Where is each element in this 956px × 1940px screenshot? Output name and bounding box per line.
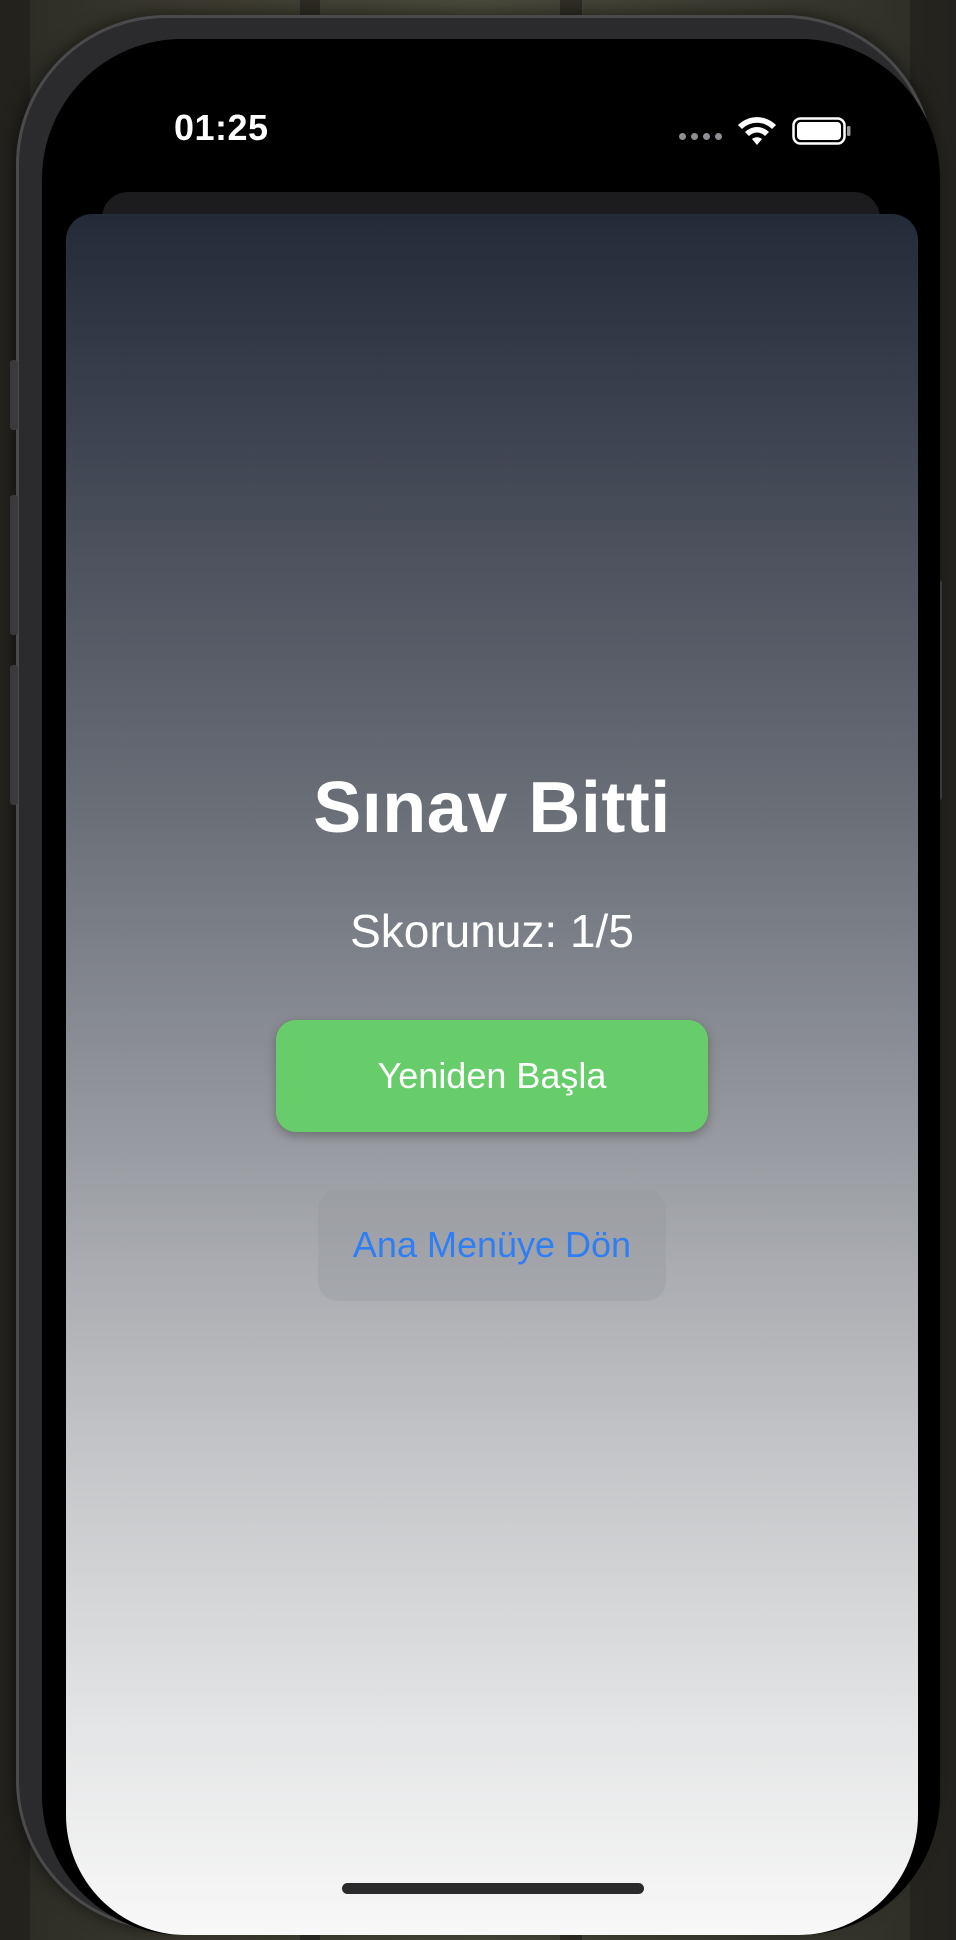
side-button xyxy=(10,495,18,635)
status-bar: 01:25 xyxy=(42,39,940,179)
result-content: Sınav Bitti Skorunuz: 1/5 Yeniden Başla … xyxy=(66,214,918,1935)
restart-button[interactable]: Yeniden Başla xyxy=(276,1020,708,1132)
side-button xyxy=(10,360,18,430)
score-text: Skorunuz: 1/5 xyxy=(350,905,634,957)
status-time: 01:25 xyxy=(174,107,269,148)
signal-dots-icon xyxy=(679,133,722,140)
wifi-icon xyxy=(738,117,776,145)
result-title: Sınav Bitti xyxy=(313,768,671,848)
screen: 01:25 Sınav Bitti Skorunuz: 1/5 Yeniden … xyxy=(42,39,940,1935)
main-menu-button[interactable]: Ana Menüye Dön xyxy=(318,1189,666,1301)
result-sheet: Sınav Bitti Skorunuz: 1/5 Yeniden Başla … xyxy=(66,214,918,1935)
phone-frame: 01:25 Sınav Bitti Skorunuz: 1/5 Yeniden … xyxy=(10,15,942,1935)
home-indicator[interactable] xyxy=(342,1883,644,1894)
side-button xyxy=(10,665,18,805)
battery-icon xyxy=(792,117,851,145)
